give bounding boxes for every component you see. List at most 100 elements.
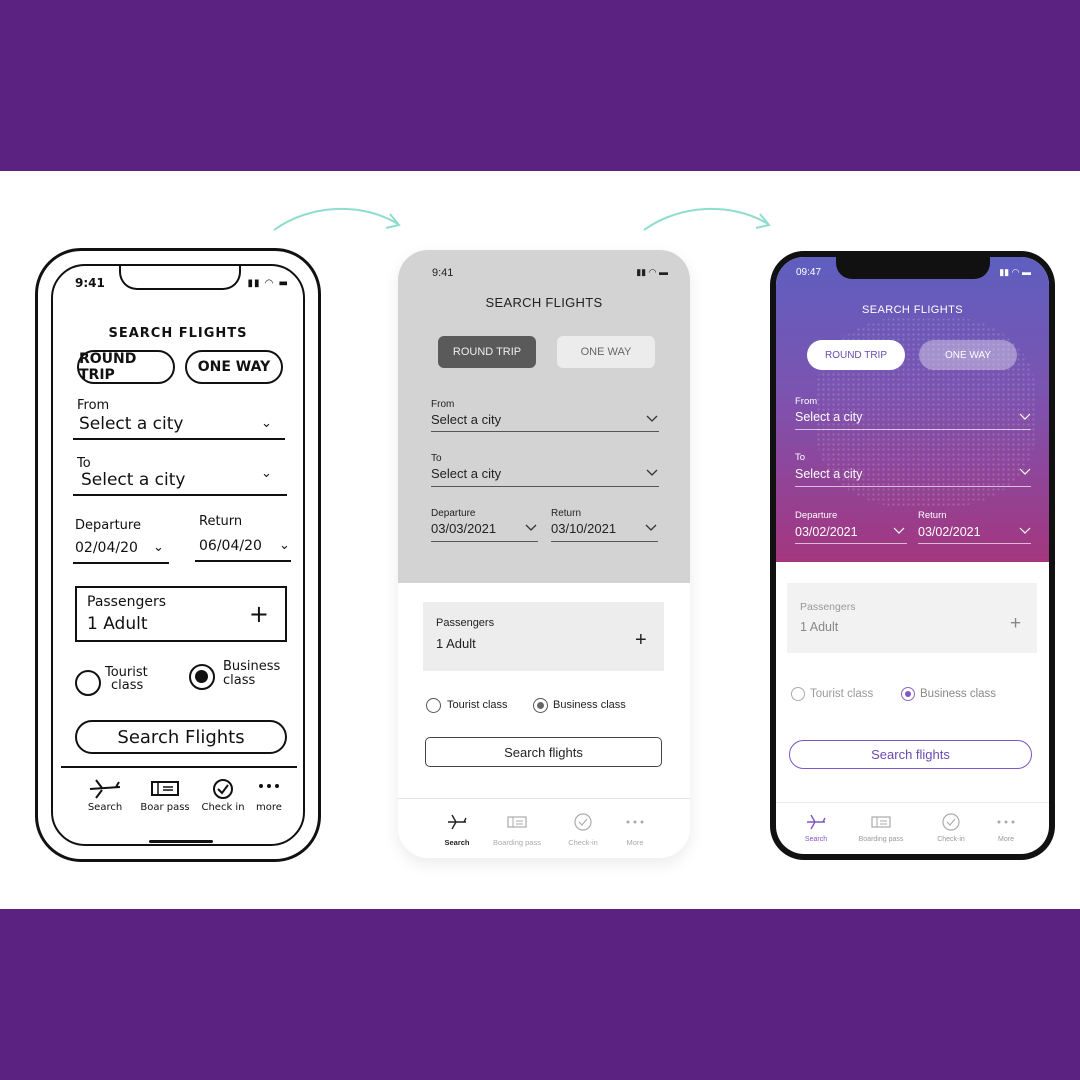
return-label: Return (918, 510, 947, 521)
from-select[interactable]: Select a city (795, 410, 862, 424)
passengers-field[interactable]: Passengers 1 Adult + (75, 586, 287, 642)
chevron-down-icon (525, 524, 537, 531)
business-class-radio[interactable] (189, 664, 215, 690)
divider (551, 541, 658, 542)
chevron-down-icon: ⌄ (261, 466, 272, 481)
round-trip-button[interactable]: ROUND TRIP (77, 350, 175, 384)
divider (73, 562, 169, 564)
divider (431, 541, 538, 542)
divider (918, 543, 1031, 544)
nav-boarding-pass[interactable]: Boar pass (135, 778, 195, 813)
status-icons: ▮▮ ◠ ▬ (636, 267, 668, 277)
ticket-icon (871, 816, 891, 828)
from-label: From (431, 399, 455, 410)
round-trip-button[interactable]: ROUND TRIP (807, 340, 905, 370)
plus-icon[interactable]: + (249, 600, 269, 628)
chevron-down-icon (1019, 468, 1031, 475)
nav-check-in[interactable]: Check-in (920, 812, 982, 843)
nav-search[interactable]: Search (785, 812, 847, 843)
from-select[interactable]: Select a city (79, 414, 183, 434)
divider (795, 486, 1031, 487)
round-trip-button[interactable]: ROUND TRIP (438, 336, 536, 368)
ticket-icon (151, 781, 179, 796)
to-select[interactable]: Select a city (795, 467, 862, 481)
nav-search[interactable]: Search (75, 778, 135, 813)
airplane-icon (89, 779, 121, 799)
business-class-radio[interactable] (901, 687, 915, 701)
nav-more[interactable]: more (239, 778, 299, 813)
nav-divider (61, 766, 297, 768)
final-screen: 09:47 ▮▮ ◠ ▬ SEARCH FLIGHTS ROUND TRIP O… (776, 257, 1049, 854)
return-select[interactable]: 03/10/2021 (551, 521, 616, 536)
return-select[interactable]: 06/04/20 (199, 538, 262, 554)
chevron-down-icon (645, 524, 657, 531)
divider (431, 486, 659, 487)
nav-boarding-label: Boarding pass (858, 836, 904, 843)
divider (431, 431, 659, 432)
chevron-down-icon (893, 527, 905, 534)
departure-label: Departure (795, 510, 838, 521)
page-title: SEARCH FLIGHTS (108, 326, 248, 341)
status-icons: ▮▮ ◠ ▬ (247, 278, 289, 289)
tourist-class-radio[interactable] (75, 670, 101, 696)
airplane-icon (807, 814, 826, 830)
sketch-phone: 9:41 ▮▮ ◠ ▬ SEARCH FLIGHTS ROUND TRIP ON… (35, 248, 321, 862)
page-title: SEARCH FLIGHTS (862, 304, 963, 316)
from-select[interactable]: Select a city (431, 412, 501, 427)
tourist-class-radio[interactable] (426, 698, 441, 713)
nav-more-label: more (256, 802, 282, 813)
nav-boarding-pass[interactable]: Boarding pass (850, 812, 912, 843)
departure-select[interactable]: 02/04/20 (75, 540, 138, 556)
one-way-button[interactable]: ONE WAY (557, 336, 655, 368)
return-label: Return (199, 514, 243, 529)
nav-checkin-label: Check-in (568, 838, 598, 847)
departure-select[interactable]: 03/03/2021 (431, 521, 496, 536)
status-time: 9:41 (75, 276, 105, 290)
search-flights-button[interactable]: Search Flights (75, 720, 287, 754)
nav-boarding-pass[interactable]: Boarding pass (484, 812, 550, 847)
divider (73, 494, 287, 496)
one-way-button[interactable]: ONE WAY (919, 340, 1017, 370)
plus-icon[interactable]: + (635, 630, 647, 650)
departure-label: Departure (431, 508, 476, 519)
from-label: From (795, 396, 818, 407)
one-way-button[interactable]: ONE WAY (185, 350, 283, 384)
search-flights-button[interactable]: Search flights (425, 737, 662, 767)
return-select[interactable]: 03/02/2021 (918, 525, 981, 539)
check-circle-icon (942, 813, 960, 831)
return-label: Return (551, 508, 582, 519)
to-select[interactable]: Select a city (81, 470, 185, 490)
departure-label: Departure (75, 518, 141, 533)
passengers-field[interactable]: Passengers 1 Adult + (423, 602, 664, 671)
nav-checkin-label: Check-in (937, 836, 965, 843)
to-label: To (795, 452, 806, 463)
tourist-class-label: Tourist class (447, 699, 508, 711)
status-time: 9:41 (432, 267, 454, 279)
progress-arrow-icon (643, 208, 771, 231)
to-label: To (431, 453, 442, 464)
to-select[interactable]: Select a city (431, 466, 501, 481)
nav-more[interactable]: More (975, 812, 1037, 843)
departure-select[interactable]: 03/02/2021 (795, 525, 858, 539)
chevron-down-icon: ⌄ (261, 416, 272, 431)
nav-boarding-label: Boarding pass (493, 838, 541, 847)
final-design-phone: 09:47 ▮▮ ◠ ▬ SEARCH FLIGHTS ROUND TRIP O… (770, 251, 1055, 860)
tourist-class-radio[interactable] (791, 687, 805, 701)
nav-search-label: Search (87, 802, 123, 813)
airplane-icon (448, 814, 467, 830)
plus-icon[interactable]: + (1010, 614, 1021, 633)
more-dots-icon (259, 784, 279, 788)
passengers-field[interactable]: Passengers 1 Adult + (787, 583, 1037, 653)
wireframe-phone: 9:41 ▮▮ ◠ ▬ SEARCH FLIGHTS ROUND TRIP ON… (398, 250, 690, 858)
business-class-radio[interactable] (533, 698, 548, 713)
nav-more[interactable]: More (602, 812, 668, 847)
more-dots-icon (997, 820, 1015, 824)
nav-search-label: Search (444, 838, 470, 847)
nav-more-label: More (626, 838, 644, 847)
passengers-label: Passengers (800, 601, 856, 613)
search-flights-button[interactable]: Search flights (789, 740, 1032, 769)
more-dots-icon (626, 820, 644, 824)
passengers-label: Passengers (87, 594, 167, 610)
status-time: 09:47 (796, 267, 822, 278)
nav-search[interactable]: Search (424, 812, 490, 847)
